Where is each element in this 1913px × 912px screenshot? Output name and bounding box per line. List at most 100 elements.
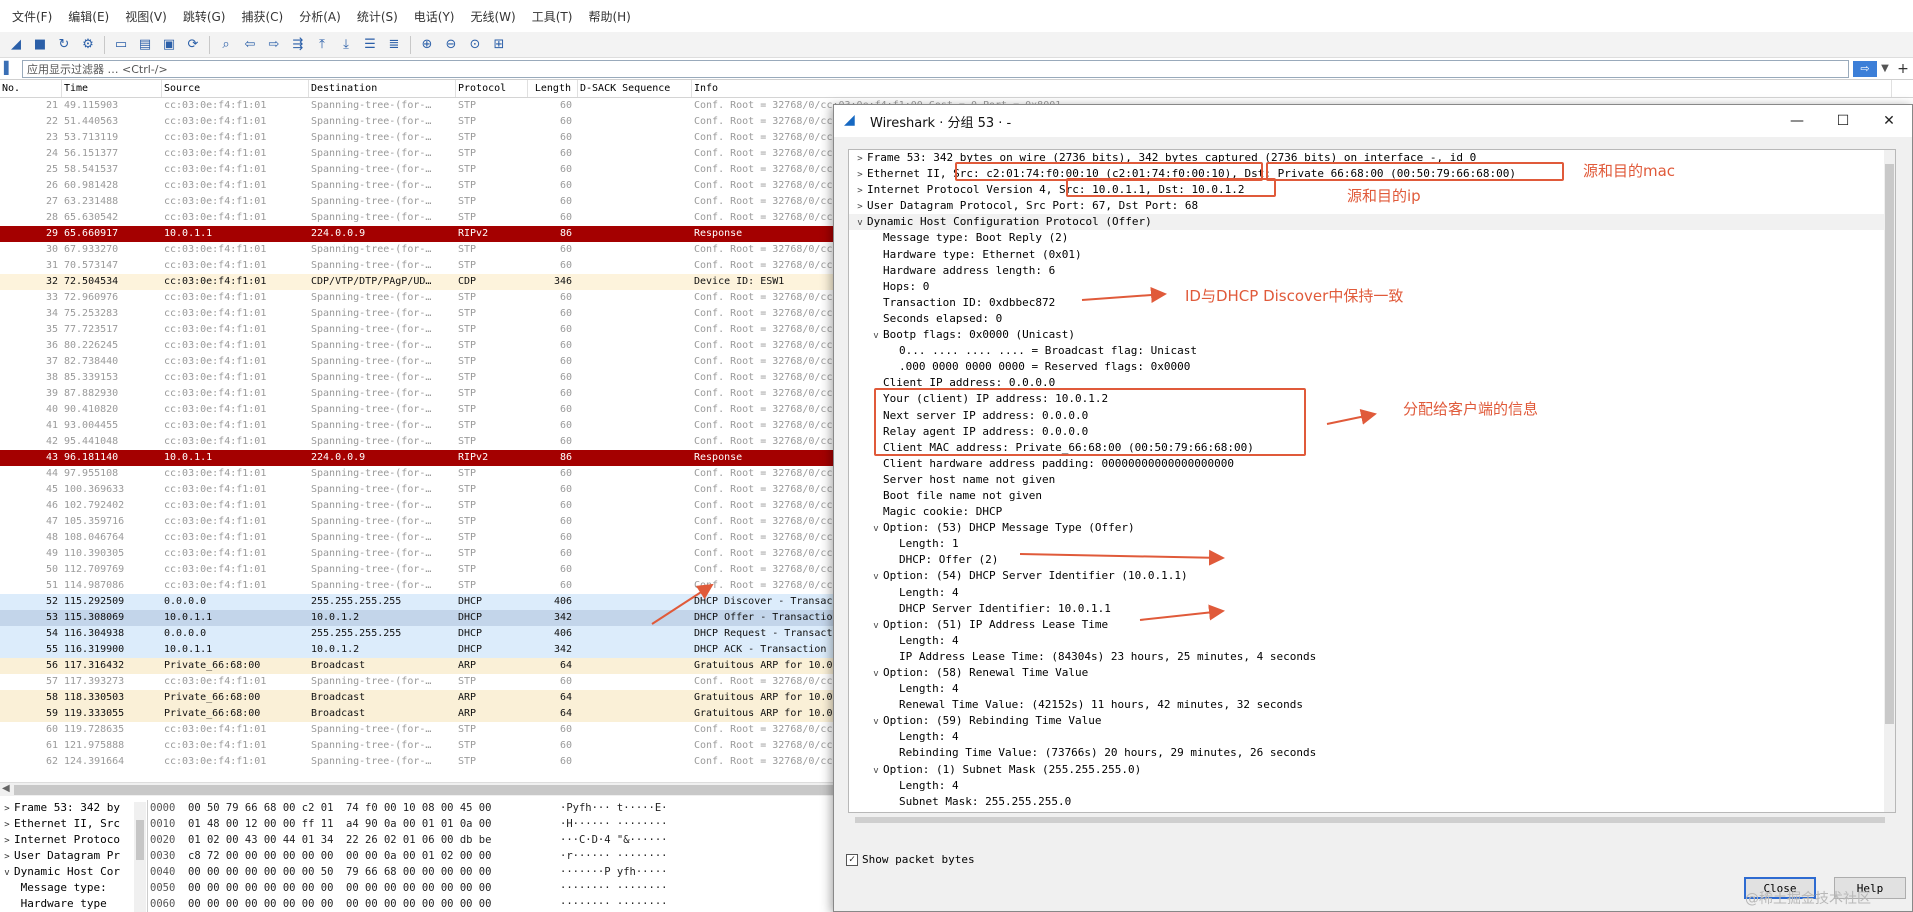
tree-item[interactable]: Length: 4 xyxy=(849,585,1895,601)
menu-item[interactable]: 分析(A) xyxy=(291,8,349,25)
column-header[interactable]: No. xyxy=(0,80,62,97)
chevron-down-icon[interactable]: v xyxy=(869,328,883,344)
tree-hscrollbar[interactable] xyxy=(849,815,1895,825)
column-header[interactable]: Destination xyxy=(309,80,456,97)
chevron-down-icon[interactable]: v xyxy=(0,865,14,881)
chevron-right-icon[interactable]: > xyxy=(0,849,14,865)
tree-item[interactable]: Renewal Time Value: (42152s) 11 hours, 4… xyxy=(849,697,1895,713)
zoom-out-icon[interactable]: ⊖ xyxy=(441,35,461,55)
tree-item[interactable]: 0... .... .... .... = Broadcast flag: Un… xyxy=(849,343,1895,359)
details-tree-item[interactable]: > User Datagram Pr xyxy=(0,848,147,864)
stop-capture-icon[interactable]: ■ xyxy=(30,35,50,55)
details-tree-item[interactable]: v Dynamic Host Cor xyxy=(0,864,147,880)
checkmark-icon[interactable]: ✓ xyxy=(846,853,858,866)
chevron-down-icon[interactable]: v xyxy=(853,215,867,231)
chevron-right-icon[interactable]: > xyxy=(0,817,14,833)
details-tree-item[interactable]: > Frame 53: 342 by xyxy=(0,800,147,816)
details-vscrollbar[interactable] xyxy=(134,802,146,912)
bookmark-icon[interactable]: ▌ xyxy=(4,61,18,77)
tree-item[interactable]: Server host name not given xyxy=(849,472,1895,488)
menu-item[interactable]: 统计(S) xyxy=(349,8,406,25)
tree-item[interactable]: Message type: Boot Reply (2) xyxy=(849,230,1895,246)
menu-item[interactable]: 捕获(C) xyxy=(233,8,291,25)
go-last-icon[interactable]: ⤓ xyxy=(336,35,356,55)
minimize-button[interactable]: — xyxy=(1774,105,1820,137)
apply-filter-button[interactable]: ⇨ xyxy=(1853,60,1877,77)
tree-item[interactable]: v Option: (58) Renewal Time Value xyxy=(849,665,1895,681)
details-tree-item[interactable]: > Ethernet II, Src xyxy=(0,816,147,832)
chevron-right-icon[interactable]: > xyxy=(853,167,867,183)
scroll-left-icon[interactable]: ◀ xyxy=(2,783,10,794)
scrollbar-thumb[interactable] xyxy=(855,817,1885,823)
column-header[interactable]: D-SACK Sequence xyxy=(578,80,692,97)
chevron-down-icon[interactable]: v xyxy=(869,618,883,634)
tree-item[interactable]: Length: 1 xyxy=(849,536,1895,552)
shark-fin-start-icon[interactable]: ◢ xyxy=(6,35,26,55)
column-header[interactable]: Protocol xyxy=(456,80,528,97)
reload-file-icon[interactable]: ⟳ xyxy=(183,35,203,55)
chevron-down-icon[interactable]: v xyxy=(869,521,883,537)
close-file-icon[interactable]: ▣ xyxy=(159,35,179,55)
column-header[interactable]: Time xyxy=(62,80,162,97)
restart-capture-icon[interactable]: ↻ xyxy=(54,35,74,55)
tree-item[interactable]: v Option: (54) DHCP Server Identifier (10… xyxy=(849,568,1895,584)
menu-item[interactable]: 编辑(E) xyxy=(60,8,117,25)
menu-item[interactable]: 视图(V) xyxy=(117,8,175,25)
chevron-right-icon[interactable]: > xyxy=(0,833,14,849)
tree-item[interactable]: DHCP: Offer (2) xyxy=(849,552,1895,568)
chevron-down-icon[interactable]: v xyxy=(869,763,883,779)
chevron-down-icon[interactable]: ▼ xyxy=(1877,63,1893,74)
go-forward-icon[interactable]: ⇨ xyxy=(264,35,284,55)
tree-item[interactable]: v Option: (53) DHCP Message Type (Offer) xyxy=(849,520,1895,536)
tree-item[interactable]: Hardware type: Ethernet (0x01) xyxy=(849,247,1895,263)
capture-options-icon[interactable]: ⚙ xyxy=(78,35,98,55)
find-packet-icon[interactable]: ⌕ xyxy=(216,35,236,55)
menu-item[interactable]: 无线(W) xyxy=(463,8,524,25)
resize-columns-icon[interactable]: ⊞ xyxy=(489,35,509,55)
chevron-down-icon[interactable]: v xyxy=(869,569,883,585)
tree-item[interactable]: Seconds elapsed: 0 xyxy=(849,311,1895,327)
tree-item[interactable]: v Option: (51) IP Address Lease Time xyxy=(849,617,1895,633)
scrollbar-thumb[interactable] xyxy=(14,785,834,795)
tree-item[interactable]: Length: 4 xyxy=(849,633,1895,649)
chevron-down-icon[interactable]: v xyxy=(869,666,883,682)
details-tree-item[interactable]: Hardware type xyxy=(0,896,147,912)
display-filter-input[interactable]: 应用显示过滤器 … <Ctrl-/> xyxy=(22,59,1849,78)
tree-item[interactable]: v Bootp flags: 0x0000 (Unicast) xyxy=(849,327,1895,343)
details-tree-item[interactable]: Message type: xyxy=(0,880,147,896)
dialog-titlebar[interactable]: ◢ Wireshark · 分组 53 · - — ☐ ✕ xyxy=(834,105,1912,137)
column-header[interactable]: Length xyxy=(528,80,578,97)
colorize-icon[interactable]: ≣ xyxy=(384,35,404,55)
menu-item[interactable]: 电话(Y) xyxy=(406,8,463,25)
save-file-icon[interactable]: ▤ xyxy=(135,35,155,55)
go-to-packet-icon[interactable]: ⇶ xyxy=(288,35,308,55)
menu-item[interactable]: 跳转(G) xyxy=(175,8,234,25)
scrollbar-thumb[interactable] xyxy=(136,820,144,860)
maximize-button[interactable]: ☐ xyxy=(1820,105,1866,137)
tree-item[interactable]: Boot file name not given xyxy=(849,488,1895,504)
tree-item[interactable]: v Option: (59) Rebinding Time Value xyxy=(849,713,1895,729)
tree-item[interactable]: Subnet Mask: 255.255.255.0 xyxy=(849,794,1895,810)
details-tree-item[interactable]: > Internet Protoco xyxy=(0,832,147,848)
menu-item[interactable]: 工具(T) xyxy=(524,8,581,25)
open-file-icon[interactable]: ▭ xyxy=(111,35,131,55)
zoom-normal-icon[interactable]: ⊙ xyxy=(465,35,485,55)
chevron-down-icon[interactable]: v xyxy=(869,714,883,730)
go-back-icon[interactable]: ⇦ xyxy=(240,35,260,55)
close-window-button[interactable]: ✕ xyxy=(1866,105,1912,137)
autoscroll-icon[interactable]: ☰ xyxy=(360,35,380,55)
tree-item[interactable]: Hardware address length: 6 xyxy=(849,263,1895,279)
tree-item[interactable]: .000 0000 0000 0000 = Reserved flags: 0x… xyxy=(849,359,1895,375)
chevron-right-icon[interactable]: > xyxy=(0,801,14,817)
go-first-icon[interactable]: ⤒ xyxy=(312,35,332,55)
add-filter-button-icon[interactable]: + xyxy=(1893,61,1913,77)
tree-vscrollbar[interactable] xyxy=(1884,150,1895,812)
chevron-right-icon[interactable]: > xyxy=(853,183,867,199)
menu-item[interactable]: 帮助(H) xyxy=(580,8,638,25)
chevron-right-icon[interactable]: > xyxy=(853,199,867,215)
tree-item[interactable]: Magic cookie: DHCP xyxy=(849,504,1895,520)
scrollbar-thumb[interactable] xyxy=(1885,164,1894,724)
zoom-in-icon[interactable]: ⊕ xyxy=(417,35,437,55)
tree-item[interactable]: DHCP Server Identifier: 10.0.1.1 xyxy=(849,601,1895,617)
tree-item[interactable]: Rebinding Time Value: (73766s) 20 hours,… xyxy=(849,745,1895,761)
